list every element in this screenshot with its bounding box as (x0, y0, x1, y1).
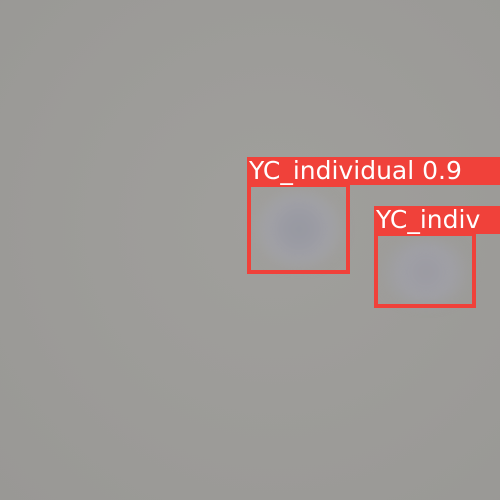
detection-label-1: YC_individual 0.9 (247, 157, 500, 185)
detection-box-1 (247, 183, 350, 274)
detection-box-2 (374, 232, 476, 308)
detection-label-2: YC_indiv (374, 206, 500, 234)
camera-image: YC_individual 0.9 YC_indiv (0, 0, 500, 500)
